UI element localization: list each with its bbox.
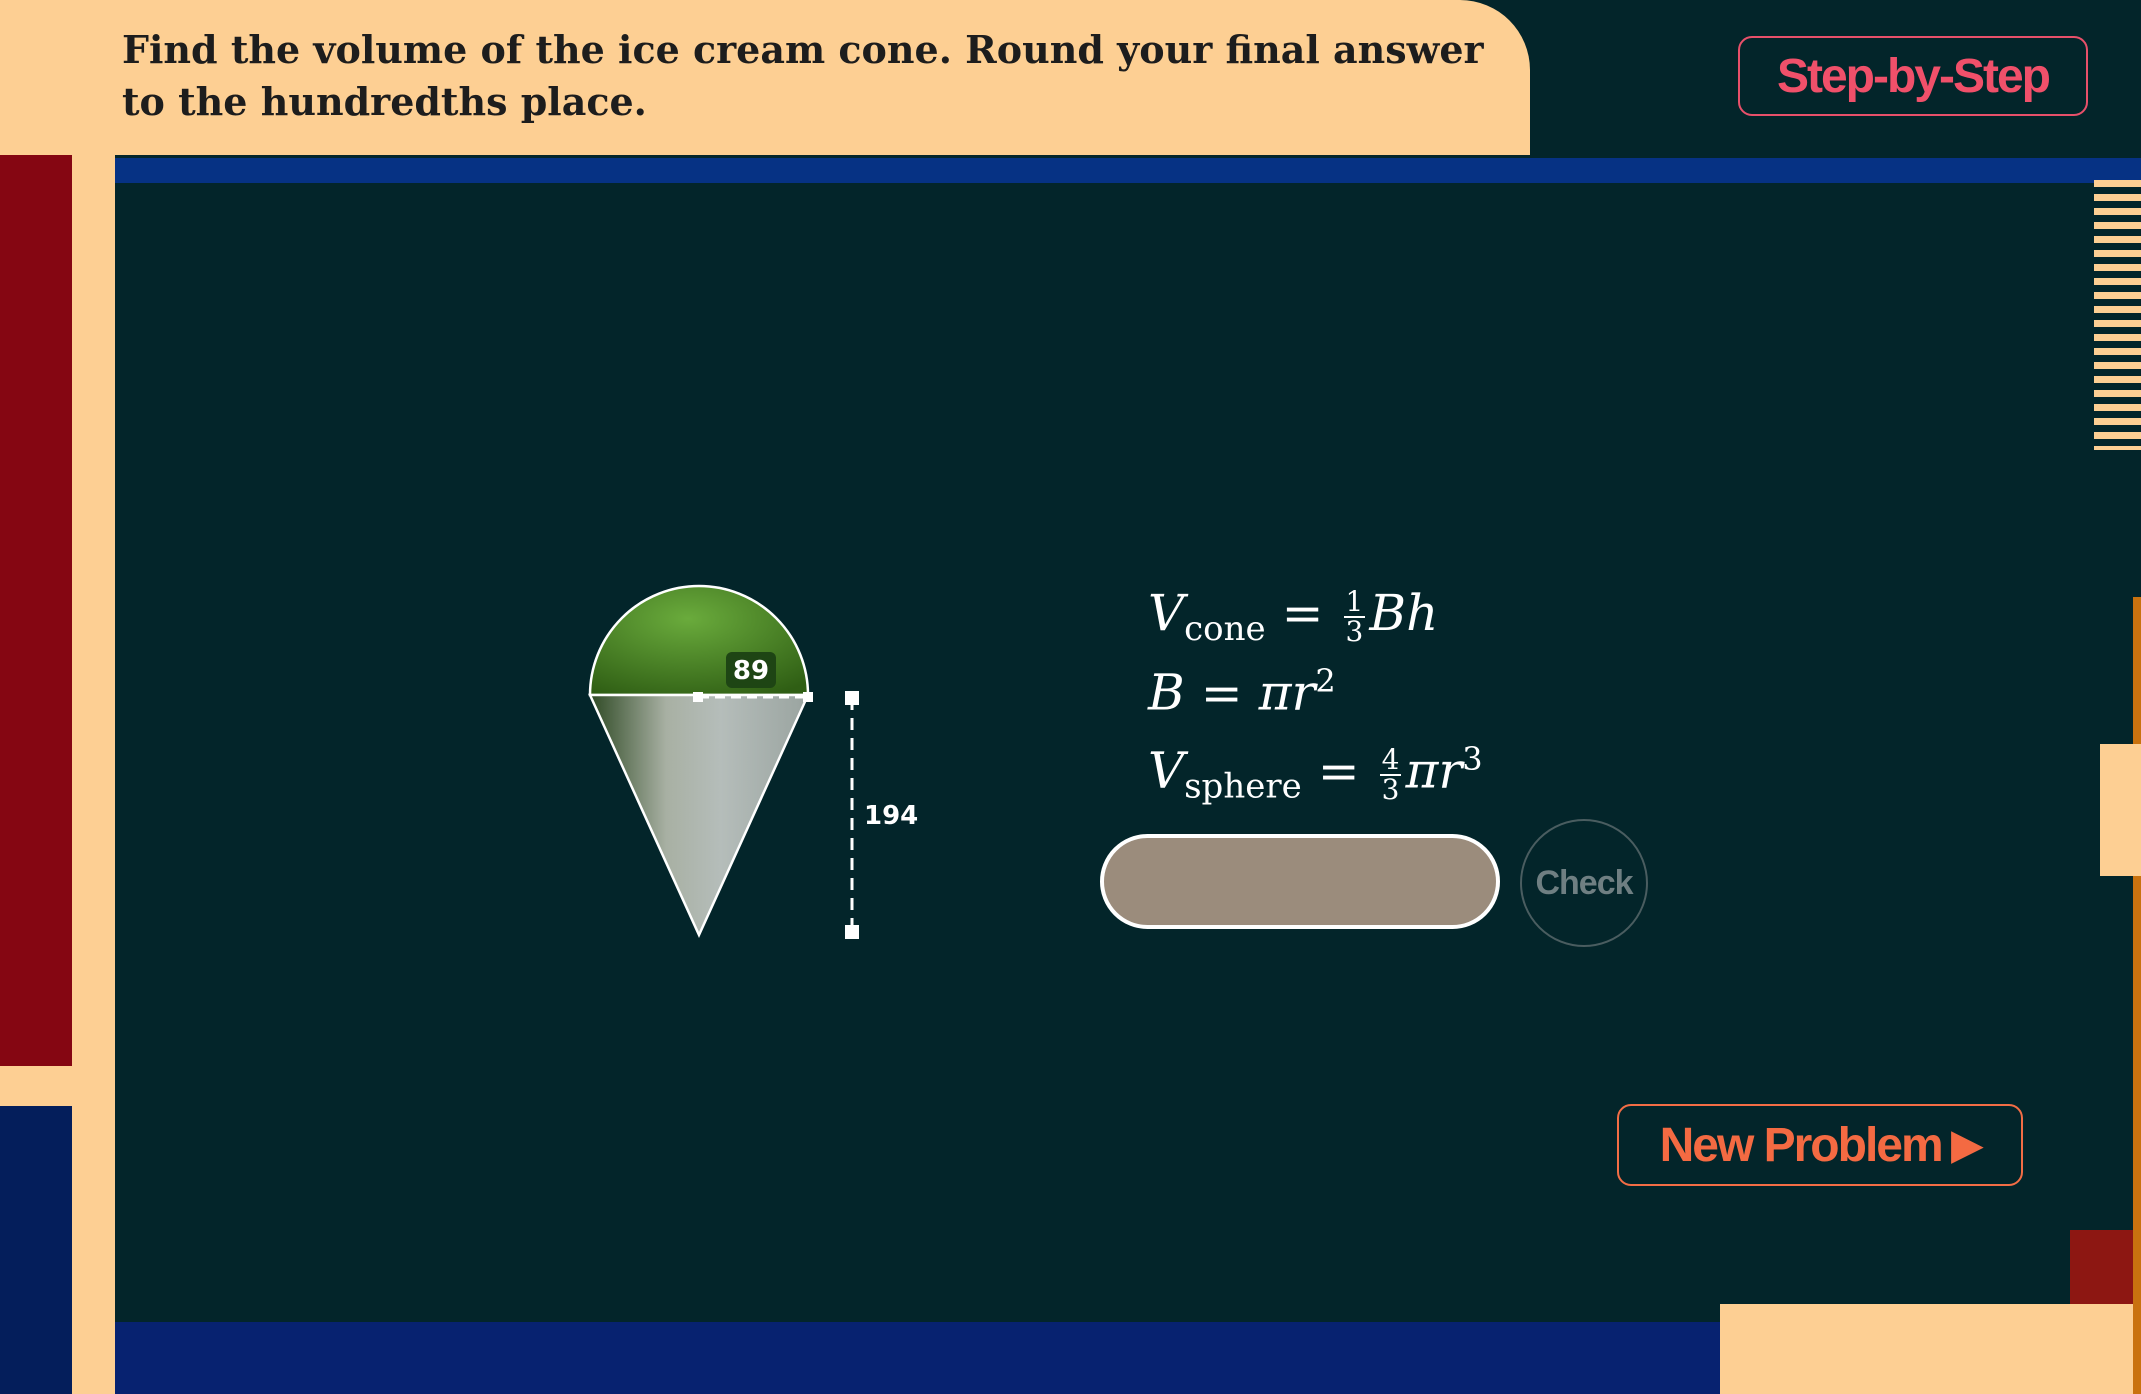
right-orange-edge <box>2133 597 2141 1394</box>
right-cream-tab <box>2100 744 2141 876</box>
chalkboard <box>115 158 2141 1394</box>
check-button[interactable]: Check <box>1520 819 1648 947</box>
sphere-volume-formula: Vsphere = 4 3 πr3 <box>1148 740 1483 807</box>
question-text: Find the volume of the ice cream cone. R… <box>122 27 1484 124</box>
top-blue-bar <box>115 158 2141 183</box>
step-by-step-button[interactable]: Step-by-Step <box>1738 36 2088 116</box>
left-blue-panel <box>0 1106 72 1394</box>
new-problem-label: New Problem <box>1659 1118 1944 1172</box>
height-top-marker <box>845 691 859 705</box>
cone-body <box>588 693 810 939</box>
bottom-right-panel <box>1720 1304 2141 1394</box>
bottom-right-red-block <box>2070 1230 2141 1304</box>
height-label: 194 <box>864 801 918 831</box>
diameter-label: 89 <box>733 656 769 686</box>
height-bottom-marker <box>845 925 859 939</box>
answer-input[interactable] <box>1100 834 1500 929</box>
ice-cream-cone-figure: 89 194 <box>588 584 918 939</box>
play-arrow-icon: ▶ <box>1951 1123 1983 1167</box>
edge-dot <box>803 692 813 702</box>
base-area-formula: B = πr2 <box>1148 662 1336 722</box>
left-red-panel <box>0 0 72 1066</box>
center-dot <box>693 692 703 702</box>
right-stripes-decoration <box>2094 180 2141 450</box>
cone-volume-formula: Vcone = 1 3 Bh <box>1148 584 1439 649</box>
new-problem-button[interactable]: New Problem ▶ <box>1617 1104 2023 1186</box>
